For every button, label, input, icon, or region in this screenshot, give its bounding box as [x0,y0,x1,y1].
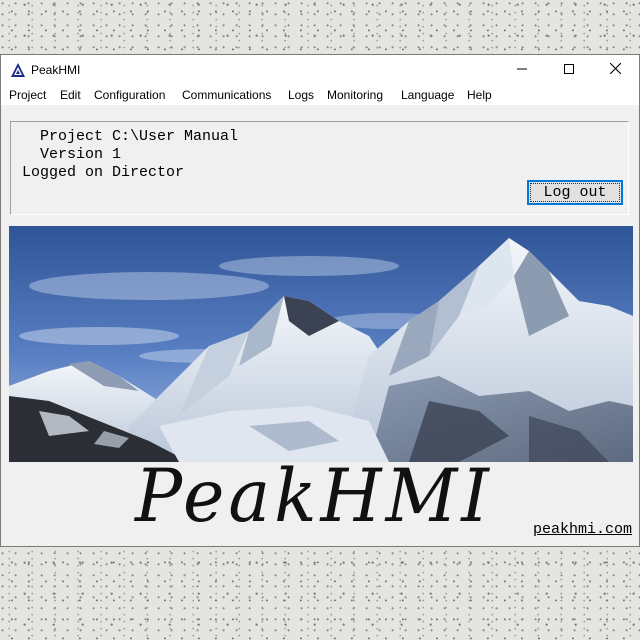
minimize-icon [517,61,527,79]
menu-communications[interactable]: Communications [182,88,271,102]
mountain-banner-image [9,226,633,462]
menu-monitoring[interactable]: Monitoring [327,88,383,102]
website-link[interactable]: peakhmi.com [533,521,632,538]
menu-edit[interactable]: Edit [60,88,81,102]
maximize-icon [564,61,574,79]
minimize-button[interactable] [499,55,545,85]
close-icon [609,61,621,79]
maximize-button[interactable] [546,55,592,85]
close-button[interactable] [592,55,638,85]
menu-logs[interactable]: Logs [288,88,314,102]
menu-bar: Project Edit Configuration Communication… [1,85,639,105]
logged-on-label: Logged on Director [22,164,185,181]
main-window: PeakHMI Project Edit Configuration Commu… [0,54,640,547]
project-path-label: Project C:\User Manual [40,128,239,145]
menu-configuration[interactable]: Configuration [94,88,165,102]
window-title: PeakHMI [31,63,81,77]
peak-logo-icon [10,62,26,78]
peakhmi-logo: PeakHMI [135,452,493,540]
log-out-button[interactable]: Log out [527,180,623,205]
menu-language[interactable]: Language [401,88,454,102]
version-label: Version 1 [40,146,122,163]
title-bar[interactable]: PeakHMI [1,55,639,85]
menu-help[interactable]: Help [467,88,492,102]
menu-project[interactable]: Project [9,88,46,102]
